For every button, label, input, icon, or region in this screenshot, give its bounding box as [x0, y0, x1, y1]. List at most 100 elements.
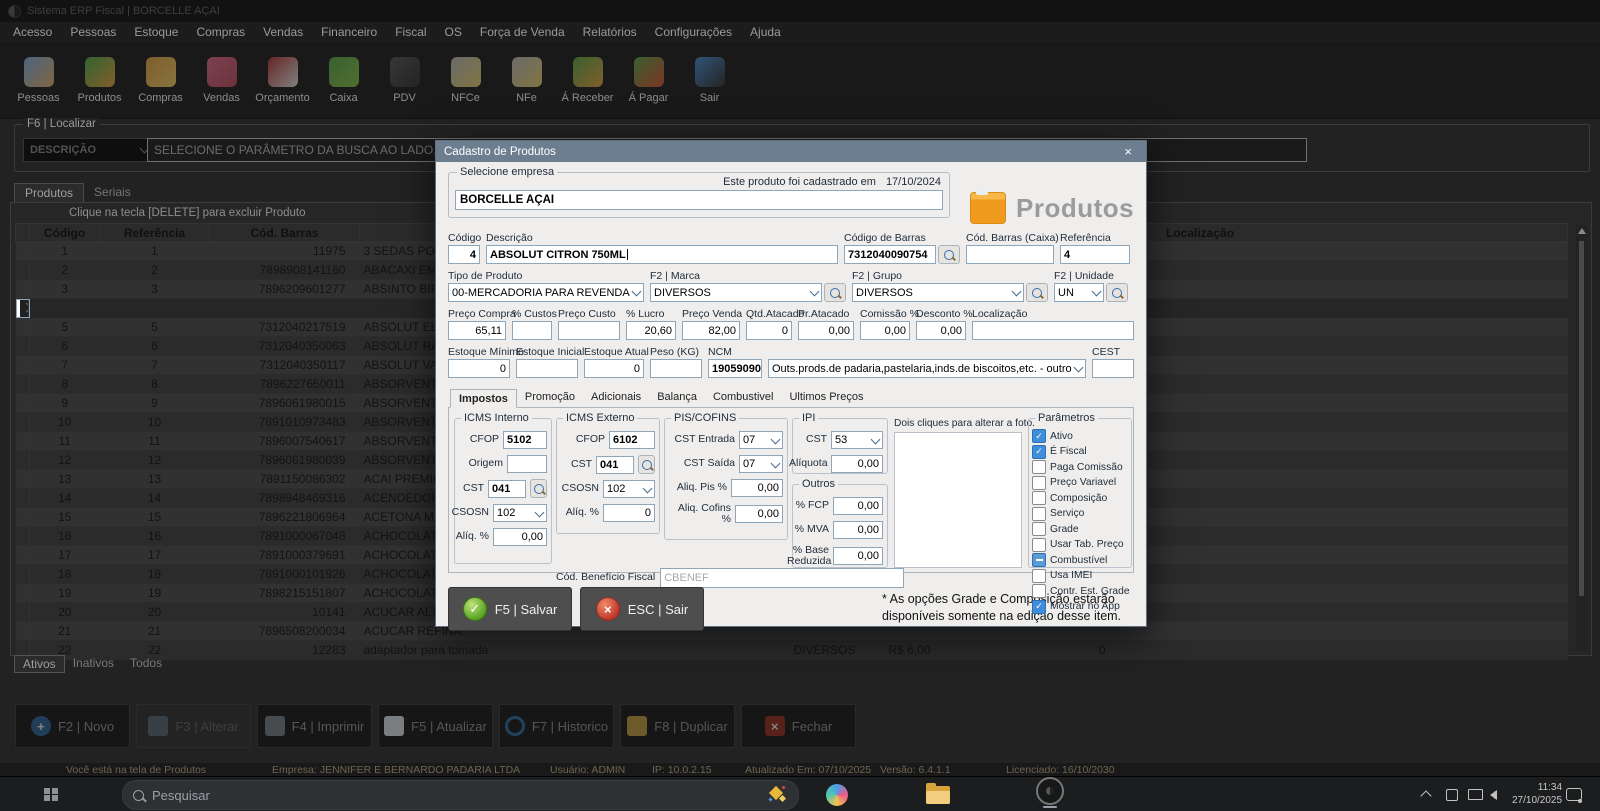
icmsint-cst-search-button[interactable]: [530, 479, 547, 498]
codigo-barras-search-button[interactable]: [938, 245, 960, 264]
menu-financeiro[interactable]: Financeiro: [312, 25, 386, 39]
base-reduzida-pct-field[interactable]: 0,00: [833, 547, 883, 565]
param-grade[interactable]: Grade: [1032, 522, 1128, 536]
network-button[interactable]: [1468, 777, 1483, 811]
tipo-produto-select[interactable]: 00-MERCADORIA PARA REVENDA: [448, 283, 644, 302]
product-photo[interactable]: [894, 432, 1022, 568]
param-usar-tab-preco[interactable]: Usar Tab. Preço: [1032, 538, 1128, 552]
toolbar-sair[interactable]: Sair: [679, 42, 740, 118]
icmsint-origem-field[interactable]: [507, 455, 547, 473]
param-usa-imei[interactable]: Usa IMEI: [1032, 569, 1128, 583]
param-paga-comissao[interactable]: Paga Comissão: [1032, 460, 1128, 474]
locator-field-select[interactable]: DESCRIÇÃO: [23, 138, 155, 162]
estoque-minimo-field[interactable]: 0: [448, 359, 510, 378]
toolbar-a-pagar[interactable]: Á Pagar: [618, 42, 679, 118]
lucro-pct-field[interactable]: 20,60: [626, 321, 676, 340]
menu-compras[interactable]: Compras: [187, 25, 254, 39]
desconto-pct-field[interactable]: 0,00: [916, 321, 966, 340]
menu-ajuda[interactable]: Ajuda: [741, 25, 790, 39]
grupo-select[interactable]: DIVERSOS: [852, 283, 1024, 302]
column-header-codigo[interactable]: Código: [30, 224, 100, 242]
toolbar-a-receber[interactable]: Á Receber: [557, 42, 618, 118]
peso-kg-field[interactable]: [650, 359, 702, 378]
param-composicao[interactable]: Composição: [1032, 491, 1128, 505]
icmsint-aliq-field[interactable]: 0,00: [493, 528, 547, 546]
icmsint-csosn-select[interactable]: 102: [493, 504, 547, 522]
pr-atacado-field[interactable]: 0,00: [798, 321, 854, 340]
menu-vendas[interactable]: Vendas: [254, 25, 312, 39]
f7-historico-button[interactable]: F7 | Historico: [499, 704, 614, 748]
menu-relatorios[interactable]: Relatórios: [574, 25, 646, 39]
toolbar-caixa[interactable]: Caixa: [313, 42, 374, 118]
fechar-button[interactable]: × Fechar: [741, 704, 856, 748]
icmsint-cst-field[interactable]: 041: [488, 480, 526, 498]
grupo-search-button[interactable]: [1026, 283, 1048, 302]
tax-tab-promocao[interactable]: Promoção: [517, 388, 583, 407]
icmsext-cst-search-button[interactable]: [638, 455, 655, 474]
icmsext-aliq-field[interactable]: 0: [603, 504, 655, 522]
company-field[interactable]: BORCELLE AÇAI: [455, 190, 943, 210]
icmsext-cst-field[interactable]: 041: [596, 456, 634, 474]
start-button[interactable]: [44, 777, 58, 811]
estoque-inicial-field[interactable]: [516, 359, 578, 378]
f5-atualizar-button[interactable]: F5 | Atualizar: [378, 704, 493, 748]
tax-tab-combustivel[interactable]: Combustivel: [705, 388, 782, 407]
qtd-atacado-field[interactable]: 0: [746, 321, 792, 340]
toolbar-produtos[interactable]: Produtos: [69, 42, 130, 118]
param-contr-est-grade[interactable]: Contr. Est. Grade: [1032, 584, 1128, 598]
clock-button[interactable]: 11:34 27/10/2025: [1512, 777, 1562, 811]
menu-fiscal[interactable]: Fiscal: [386, 25, 435, 39]
tray-app-button[interactable]: [1446, 777, 1458, 811]
taskbar-search[interactable]: Pesquisar: [122, 780, 799, 810]
toolbar-pdv[interactable]: PDV: [374, 42, 435, 118]
icmsext-cfop-field[interactable]: 6102: [609, 431, 655, 449]
erp-app-button[interactable]: [1036, 777, 1064, 811]
preco-custo-field[interactable]: [558, 321, 620, 340]
pis-cst-entrada-select[interactable]: 07: [739, 431, 783, 449]
toolbar-vendas[interactable]: Vendas: [191, 42, 252, 118]
menu-pessoas[interactable]: Pessoas: [61, 25, 125, 39]
tax-tab-ultimos-precos[interactable]: Ultimos Preços: [781, 388, 871, 407]
codigo-barras-field[interactable]: 7312040090754: [844, 245, 936, 264]
preco-venda-field[interactable]: 82,00: [682, 321, 740, 340]
tax-tab-impostos[interactable]: Impostos: [450, 389, 517, 408]
column-header-cod-barras[interactable]: Cód. Barras: [210, 224, 360, 242]
table-row[interactable]: 447312040090754ABSOLUT CITRON 750ML: [16, 299, 30, 318]
menu-acesso[interactable]: Acesso: [4, 25, 61, 39]
comissao-pct-field[interactable]: 0,00: [860, 321, 910, 340]
notifications-button[interactable]: [1566, 777, 1582, 811]
mva-pct-field[interactable]: 0,00: [833, 521, 883, 539]
ncm-descricao-select[interactable]: Outs.prods.de padaria,pastelaria,inds.de…: [768, 359, 1086, 378]
vertical-scrollbar[interactable]: [1576, 225, 1588, 651]
param-e-fiscal[interactable]: ✓ É Fiscal: [1032, 445, 1128, 459]
volume-button[interactable]: [1490, 777, 1497, 811]
f2-novo-button[interactable]: + F2 | Novo: [15, 704, 130, 748]
menu-configuracoes[interactable]: Configurações: [646, 25, 741, 39]
column-header-referencia[interactable]: Referência: [100, 224, 210, 242]
custos-pct-field[interactable]: [512, 321, 552, 340]
descricao-field[interactable]: ABSOLUT CITRON 750ML: [486, 245, 838, 264]
ipi-cst-select[interactable]: 53: [831, 431, 883, 449]
icmsint-cfop-field[interactable]: 5102: [503, 431, 547, 449]
marca-select[interactable]: DIVERSOS: [650, 283, 822, 302]
icmsext-csosn-select[interactable]: 102: [603, 480, 655, 498]
unidade-search-button[interactable]: [1106, 283, 1128, 302]
fcp-pct-field[interactable]: 0,00: [833, 497, 883, 515]
ipi-aliquota-field[interactable]: 0,00: [831, 455, 883, 473]
pis-cst-saida-select[interactable]: 07: [739, 455, 783, 473]
f4-imprimir-button[interactable]: F4 | Imprimir: [257, 704, 372, 748]
column-header-localizacao[interactable]: Localização: [1110, 224, 1568, 242]
menu-estoque[interactable]: Estoque: [125, 25, 187, 39]
param-servico[interactable]: Serviço: [1032, 507, 1128, 521]
preco-compra-field[interactable]: 65,11: [448, 321, 506, 340]
menu-forca-de-venda[interactable]: Força de Venda: [471, 25, 574, 39]
tax-tab-adicionais[interactable]: Adicionais: [583, 388, 649, 407]
tab-todos[interactable]: Todos: [122, 655, 170, 673]
toolbar-pessoas[interactable]: Pessoas: [8, 42, 69, 118]
toolbar-nfce[interactable]: NFCe: [435, 42, 496, 118]
table-row[interactable]: 222212283adaptador para tomadaDIVERSOSR$…: [16, 641, 1568, 660]
param-combustivel[interactable]: Combustível: [1032, 553, 1128, 567]
codigo-field[interactable]: 4: [448, 245, 480, 264]
aliq-cofins-field[interactable]: 0,00: [735, 505, 783, 523]
scrollbar-thumb[interactable]: [1579, 241, 1584, 596]
